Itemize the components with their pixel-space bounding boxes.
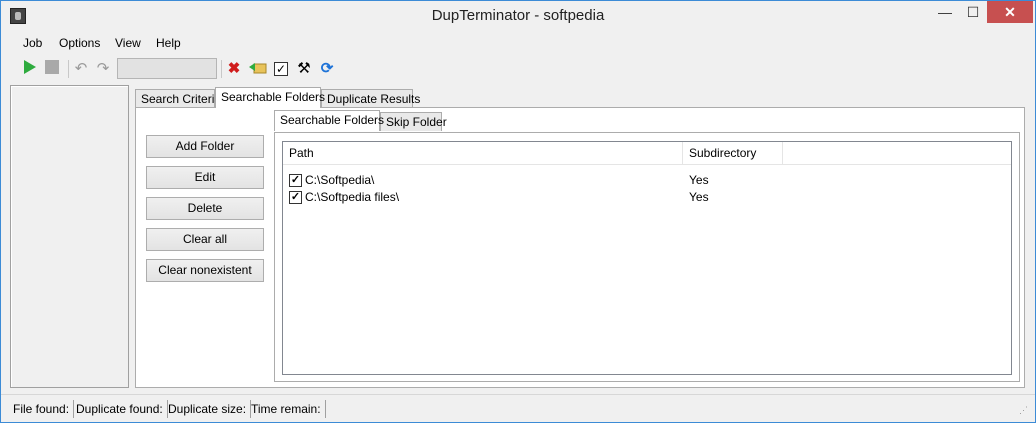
toolbar-combo[interactable] xyxy=(117,58,217,79)
check-all-icon[interactable]: ✓ xyxy=(271,59,291,79)
status-file-found: File found: xyxy=(9,400,75,418)
row-path: C:\Softpedia\ xyxy=(305,173,375,187)
clear-nonexistent-button[interactable]: Clear nonexistent xyxy=(146,259,264,282)
app-window: DupTerminator - softpedia — ☐ ✕ Job Opti… xyxy=(0,0,1036,423)
toolbar-separator xyxy=(221,60,222,78)
row-subdirectory: Yes xyxy=(689,190,709,204)
inner-panel: Path Subdirectory ✓ C:\Softpedia\ Yes ✓ … xyxy=(274,132,1020,382)
title-bar[interactable]: DupTerminator - softpedia — ☐ ✕ xyxy=(1,1,1035,31)
status-time-remain: Time remain: xyxy=(247,400,326,418)
tab-inner-searchable-folders[interactable]: Searchable Folders xyxy=(274,110,384,131)
tab-skip-folder[interactable]: Skip Folder xyxy=(380,112,447,131)
status-duplicate-found: Duplicate found: xyxy=(72,400,168,418)
menu-options[interactable]: Options xyxy=(59,36,100,50)
folder-list[interactable]: Path Subdirectory ✓ C:\Softpedia\ Yes ✓ … xyxy=(282,141,1012,375)
stop-icon[interactable] xyxy=(42,59,62,79)
close-button[interactable]: ✕ xyxy=(987,1,1033,23)
delete-button[interactable]: Delete xyxy=(146,197,264,220)
menu-view[interactable]: View xyxy=(115,36,141,50)
move-folder-icon[interactable] xyxy=(248,59,268,79)
left-panel xyxy=(10,85,129,388)
play-icon[interactable] xyxy=(19,59,39,79)
edit-button[interactable]: Edit xyxy=(146,166,264,189)
list-item[interactable]: ✓ C:\Softpedia files\ Yes xyxy=(283,189,1011,206)
undo-icon[interactable]: ↶ xyxy=(71,59,91,79)
menu-job[interactable]: Job xyxy=(23,36,42,50)
menu-help[interactable]: Help xyxy=(156,36,181,50)
row-checkbox[interactable]: ✓ xyxy=(289,191,302,204)
minimize-button[interactable]: — xyxy=(931,1,959,23)
refresh-icon[interactable]: ⟳ xyxy=(317,59,337,79)
menu-bar: Job Options View Help xyxy=(9,33,1027,55)
tab-search-criteria[interactable]: Search Criteria xyxy=(135,89,221,108)
resize-grip-icon[interactable]: ⋰ xyxy=(1019,405,1029,415)
clear-all-button[interactable]: Clear all xyxy=(146,228,264,251)
status-duplicate-size: Duplicate size: xyxy=(164,400,252,418)
searchable-folders-panel: Add Folder Edit Delete Clear all Clear n… xyxy=(135,107,1025,388)
row-checkbox[interactable]: ✓ xyxy=(289,174,302,187)
column-path[interactable]: Path xyxy=(283,142,683,165)
toolbar-separator xyxy=(68,60,69,78)
toolbar: ↶ ↷ ✖ ✓ ⚒ ⟳ xyxy=(9,56,1027,82)
add-folder-button[interactable]: Add Folder xyxy=(146,135,264,158)
status-bar: File found: Duplicate found: Duplicate s… xyxy=(1,394,1035,422)
list-item[interactable]: ✓ C:\Softpedia\ Yes xyxy=(283,172,1011,189)
tools-icon[interactable]: ⚒ xyxy=(294,59,314,79)
delete-marked-icon[interactable]: ✖ xyxy=(224,59,244,79)
column-subdirectory[interactable]: Subdirectory xyxy=(683,142,783,165)
redo-icon[interactable]: ↷ xyxy=(93,59,113,79)
row-path: C:\Softpedia files\ xyxy=(305,190,400,204)
list-header: Path Subdirectory xyxy=(283,142,1011,165)
tab-duplicate-results[interactable]: Duplicate Results xyxy=(321,89,420,108)
row-subdirectory: Yes xyxy=(689,173,709,187)
tab-searchable-folders[interactable]: Searchable Folders xyxy=(215,87,325,108)
maximize-button[interactable]: ☐ xyxy=(959,1,987,23)
window-title: DupTerminator - softpedia xyxy=(431,7,605,24)
